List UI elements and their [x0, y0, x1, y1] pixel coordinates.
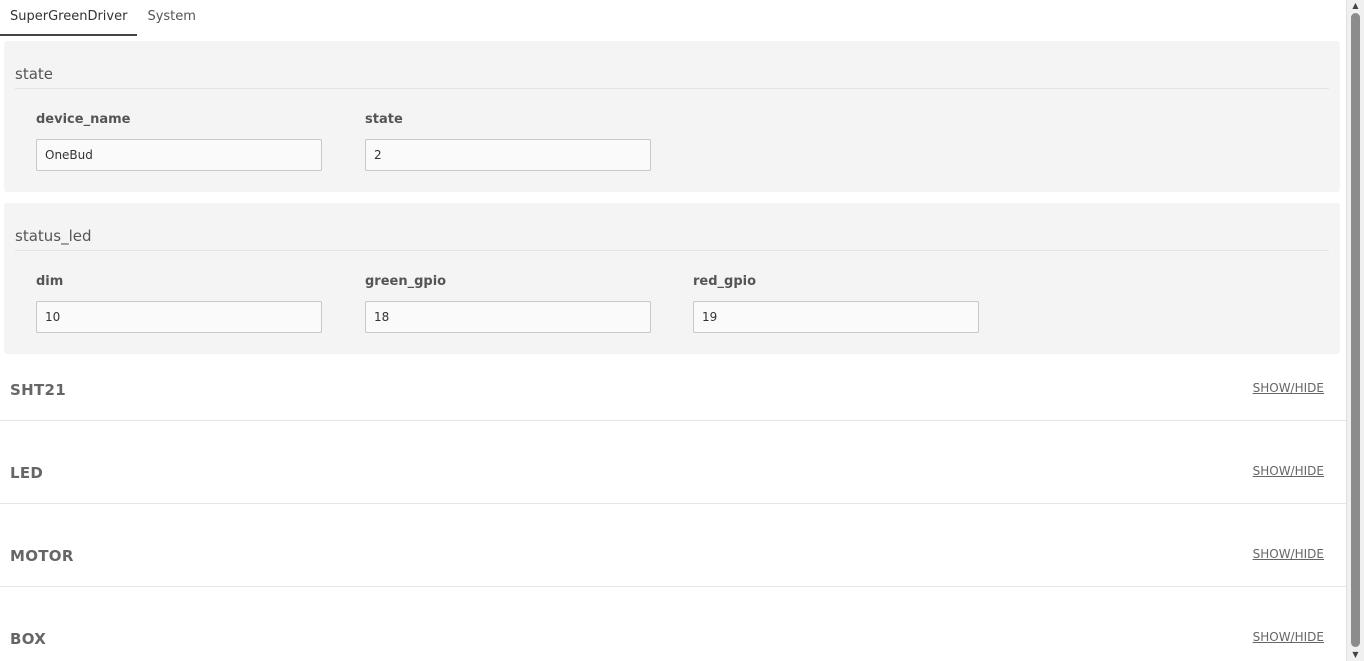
state-panel-title: state — [15, 65, 53, 83]
device-name-input[interactable] — [36, 139, 322, 171]
red-gpio-field: red_gpio — [693, 273, 979, 333]
section-sht21: SHT21 SHOW/HIDE — [0, 337, 1346, 421]
show-hide-motor-link[interactable]: SHOW/HIDE — [1253, 547, 1324, 561]
device-name-label: device_name — [36, 112, 131, 127]
show-hide-sht21-link[interactable]: SHOW/HIDE — [1253, 381, 1324, 395]
state-panel: state device_name state — [4, 41, 1340, 192]
tab-supergreendriver[interactable]: SuperGreenDriver — [0, 0, 138, 36]
section-title-box: BOX — [10, 630, 47, 648]
section-box: BOX SHOW/HIDE — [0, 586, 1346, 661]
red-gpio-input[interactable] — [693, 301, 979, 333]
section-title-motor: MOTOR — [10, 547, 74, 565]
section-led: LED SHOW/HIDE — [0, 420, 1346, 504]
red-gpio-label: red_gpio — [693, 274, 757, 289]
state-input[interactable] — [365, 139, 651, 171]
dim-label: dim — [36, 274, 64, 289]
dim-input[interactable] — [36, 301, 322, 333]
status-led-panel: status_led dim green_gpio red_gpio — [4, 203, 1340, 354]
status-led-panel-title: status_led — [15, 227, 92, 245]
divider — [15, 88, 1329, 89]
main-content: SuperGreenDriver System state device_nam… — [0, 0, 1346, 661]
device-name-field: device_name — [36, 111, 322, 171]
dim-field: dim — [36, 273, 322, 333]
scroll-down-icon[interactable]: ▼ — [1347, 649, 1364, 661]
tab-bar: SuperGreenDriver System — [0, 0, 206, 36]
green-gpio-input[interactable] — [365, 301, 651, 333]
tab-system[interactable]: System — [137, 0, 205, 34]
green-gpio-label: green_gpio — [365, 274, 447, 289]
show-hide-led-link[interactable]: SHOW/HIDE — [1253, 464, 1324, 478]
section-title-led: LED — [10, 464, 44, 482]
page: SuperGreenDriver System state device_nam… — [0, 0, 1364, 661]
vertical-scrollbar[interactable]: ▲ ▼ — [1346, 0, 1364, 661]
scroll-up-icon[interactable]: ▲ — [1347, 0, 1364, 12]
divider — [15, 250, 1329, 251]
scrollbar-thumb[interactable] — [1351, 13, 1360, 647]
green-gpio-field: green_gpio — [365, 273, 651, 333]
section-motor: MOTOR SHOW/HIDE — [0, 503, 1346, 587]
show-hide-box-link[interactable]: SHOW/HIDE — [1253, 630, 1324, 644]
state-label: state — [365, 112, 403, 127]
section-title-sht21: SHT21 — [10, 381, 66, 399]
state-field: state — [365, 111, 651, 171]
